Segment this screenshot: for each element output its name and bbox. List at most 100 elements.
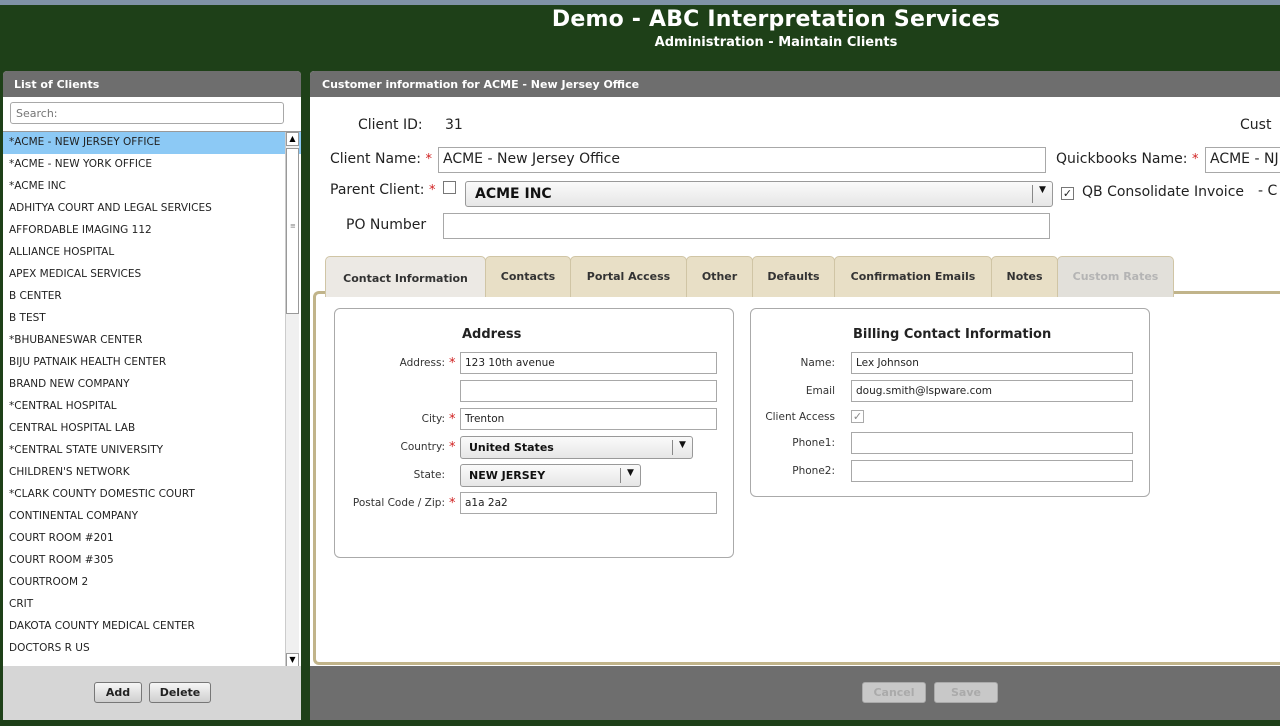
required-mark: * (449, 356, 456, 371)
address-line1-field[interactable]: 123 10th avenue (460, 352, 717, 374)
client-list-item[interactable]: *CENTRAL STATE UNIVERSITY (3, 440, 301, 462)
scroll-thumb[interactable]: ≡ (286, 148, 299, 314)
billing-name-field[interactable]: Lex Johnson (851, 352, 1133, 374)
client-list-item[interactable]: CENTRAL HOSPITAL LAB (3, 418, 301, 440)
billing-title: Billing Contact Information (853, 327, 1052, 342)
tab-custom-rates: Custom Rates (1057, 256, 1174, 297)
phone1-label: Phone1: (792, 437, 835, 449)
address-title: Address (462, 327, 522, 342)
parent-client-select[interactable]: ACME INC ▼ (465, 181, 1053, 207)
po-number-field[interactable] (443, 213, 1050, 239)
phone2-label: Phone2: (792, 465, 835, 477)
customer-info-panel: Customer information for ACME - New Jers… (310, 71, 1280, 720)
client-access-checkbox[interactable]: ✓ (851, 410, 864, 423)
cust-label-partial: Cust (1240, 117, 1272, 133)
client-list-item[interactable]: B CENTER (3, 286, 301, 308)
client-list-item[interactable]: *CLARK COUNTY DOMESTIC COURT (3, 484, 301, 506)
postal-code-label: Postal Code / Zip: (352, 497, 445, 509)
state-select[interactable]: NEW JERSEY ▼ (460, 464, 641, 487)
client-list-item[interactable]: CHILDREN'S NETWORK (3, 462, 301, 484)
client-list: *ACME - NEW JERSEY OFFICE *ACME - NEW YOR… (3, 131, 301, 666)
parent-client-checkbox[interactable] (443, 181, 456, 194)
client-list-scrollbar[interactable]: ▲ ≡ ▼ (285, 132, 299, 666)
tab-other[interactable]: Other (686, 256, 753, 297)
chevron-down-icon: ▼ (620, 468, 640, 483)
client-list-item[interactable]: DAKOTA COUNTY MEDICAL CENTER (3, 616, 301, 638)
address-box: Address Address: * 123 10th avenue City:… (334, 308, 734, 558)
country-select[interactable]: United States ▼ (460, 436, 693, 459)
client-list-title: List of Clients (3, 71, 301, 97)
state-label: State: (413, 469, 445, 481)
chevron-down-icon: ▼ (1032, 185, 1052, 203)
state-value: NEW JERSEY (469, 469, 546, 482)
billing-email-label: Email (805, 385, 835, 397)
scroll-up-icon[interactable]: ▲ (286, 132, 299, 146)
address-label: Address: (399, 357, 445, 369)
window-top-bar (0, 0, 1280, 5)
search-area (3, 97, 301, 131)
client-list-item[interactable]: CRIT (3, 594, 301, 616)
client-list-footer: Add Delete (3, 666, 301, 720)
client-list-item[interactable]: ALLIANCE HOSPITAL (3, 242, 301, 264)
city-field[interactable]: Trenton (460, 408, 717, 430)
client-list-item[interactable]: COURT ROOM #201 (3, 528, 301, 550)
client-search-input[interactable] (10, 102, 284, 124)
customer-info-footer: Cancel Save (310, 666, 1280, 720)
tab-portal-access[interactable]: Portal Access (570, 256, 687, 297)
delete-client-button[interactable]: Delete (149, 682, 211, 703)
tab-contact-information[interactable]: Contact Information (325, 256, 486, 297)
country-label: Country: (400, 441, 446, 453)
quickbooks-name-label: Quickbooks Name: * (1056, 151, 1199, 167)
client-list-item[interactable]: ADHITYA COURT AND LEGAL SERVICES (3, 198, 301, 220)
client-list-item[interactable]: BRAND NEW COMPANY (3, 374, 301, 396)
country-value: United States (469, 441, 554, 454)
tab-notes[interactable]: Notes (991, 256, 1058, 297)
scroll-down-icon[interactable]: ▼ (286, 653, 299, 666)
po-number-label: PO Number (346, 217, 427, 233)
client-list-item[interactable]: BIJU PATNAIK HEALTH CENTER (3, 352, 301, 374)
billing-email-field[interactable]: doug.smith@lspware.com (851, 380, 1133, 402)
customer-info-title: Customer information for ACME - New Jers… (310, 71, 1280, 97)
required-mark: * (449, 412, 456, 427)
client-list-item[interactable]: *ACME - NEW YORK OFFICE (3, 154, 301, 176)
required-mark: * (1191, 152, 1199, 167)
client-list-item[interactable]: *BHUBANESWAR CENTER (3, 330, 301, 352)
required-mark: * (449, 496, 456, 511)
client-list-item[interactable]: AFFORDABLE IMAGING 112 (3, 220, 301, 242)
qb-consolidate-label: QB Consolidate Invoice (1082, 184, 1244, 200)
billing-contact-box: Billing Contact Information Name: Lex Jo… (750, 308, 1150, 497)
parent-client-value: ACME INC (475, 186, 552, 202)
qb-consolidate-checkbox[interactable]: ✓ (1061, 187, 1074, 200)
client-list-item[interactable]: *ACME - NEW JERSEY OFFICE (3, 132, 301, 154)
chevron-down-icon: ▼ (672, 440, 692, 455)
quickbooks-name-field[interactable]: ACME - NJ (1205, 147, 1280, 173)
required-mark: * (428, 183, 436, 198)
trailing-partial-label: - C (1258, 183, 1278, 199)
client-list-panel: List of Clients *ACME - NEW JERSEY OFFIC… (3, 71, 301, 720)
phone2-field[interactable] (851, 460, 1133, 482)
client-list-item[interactable]: DOCTORS R US (3, 638, 301, 660)
page-subtitle: Administration - Maintain Clients (654, 35, 898, 50)
client-name-label: Client Name: * (330, 151, 432, 167)
client-name-field[interactable]: ACME - New Jersey Office (438, 147, 1046, 173)
tab-contacts[interactable]: Contacts (485, 256, 571, 297)
postal-code-field[interactable]: a1a 2a2 (460, 492, 717, 514)
client-list-item[interactable]: *CENTRAL HOSPITAL (3, 396, 301, 418)
client-list-item[interactable]: COURTROOM 2 (3, 572, 301, 594)
client-list-item[interactable]: B TEST (3, 308, 301, 330)
page-title: Demo - ABC Interpretation Services (551, 7, 1001, 32)
client-list-item[interactable]: CONTINENTAL COMPANY (3, 506, 301, 528)
client-list-item[interactable]: *ACME INC (3, 176, 301, 198)
add-client-button[interactable]: Add (94, 682, 142, 703)
client-id-value: 31 (445, 117, 463, 133)
client-list-item[interactable]: COURT ROOM #305 (3, 550, 301, 572)
save-button: Save (934, 682, 998, 703)
tab-confirmation-emails[interactable]: Confirmation Emails (834, 256, 992, 297)
billing-name-label: Name: (800, 357, 835, 369)
city-label: City: (421, 413, 445, 425)
client-id-label: Client ID: (358, 117, 423, 133)
phone1-field[interactable] (851, 432, 1133, 454)
client-list-item[interactable]: APEX MEDICAL SERVICES (3, 264, 301, 286)
address-line2-field[interactable] (460, 380, 717, 402)
tab-defaults[interactable]: Defaults (752, 256, 835, 297)
